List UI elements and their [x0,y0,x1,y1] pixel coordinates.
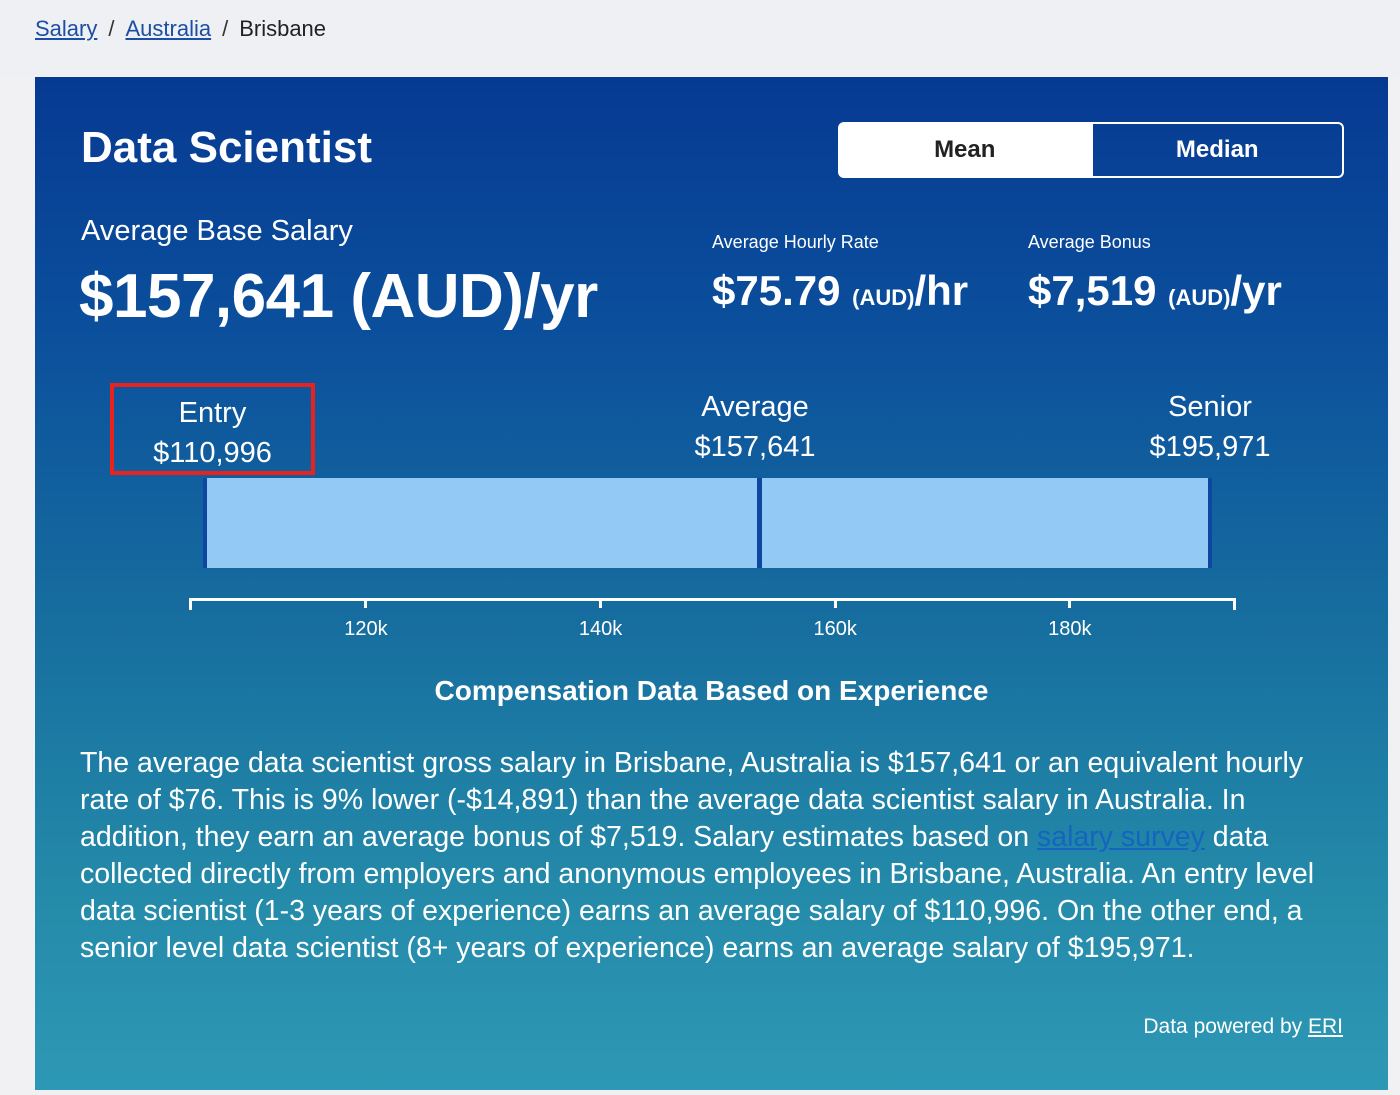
breadcrumb: Salary / Australia / Brisbane [35,16,326,42]
axis-line [190,598,1234,601]
mean-median-toggle: Mean Median [838,122,1344,178]
entry-level-highlight: Entry $110,996 [110,383,315,475]
salary-panel: Data Scientist Mean Median Average Base … [35,77,1388,1090]
bonus-unit: /yr [1230,267,1282,314]
bonus-stat: Average Bonus $7,519 (AUD)/yr [1028,232,1282,315]
breadcrumb-australia-link[interactable]: Australia [125,16,211,41]
salary-survey-link[interactable]: salary survey [1037,821,1205,853]
job-title: Data Scientist [81,123,372,172]
bonus-value: $7,519 (AUD)/yr [1028,267,1282,315]
hourly-amount: $75.79 [712,267,841,314]
average-marker [757,478,762,568]
entry-value: $110,996 [153,437,272,469]
average-label: Average [701,391,809,423]
base-salary-value: $157,641 (AUD)/yr [79,262,598,331]
base-salary-label: Average Base Salary [81,215,353,247]
left-strip [0,77,35,1095]
salary-range-bar [203,478,1212,568]
breadcrumb-salary-link[interactable]: Salary [35,16,97,41]
axis-tick [1068,598,1072,608]
entry-label: Entry [178,397,247,429]
salary-description: The average data scientist gross salary … [80,745,1355,967]
average-value: $157,641 [694,431,816,463]
axis-tick-label: 180k [1048,618,1092,640]
mean-button[interactable]: Mean [838,122,1092,178]
axis-end-tick [1232,598,1236,610]
axis-tick [833,598,837,608]
eri-link[interactable]: ERI [1308,1015,1343,1038]
hourly-currency: (AUD) [852,285,915,310]
axis-tick-label: 120k [344,618,388,640]
median-button[interactable]: Median [1090,122,1344,178]
bonus-currency: (AUD) [1168,285,1231,310]
axis-end-tick [188,598,192,610]
senior-value: $195,971 [1149,431,1271,463]
bonus-amount: $7,519 [1028,267,1157,314]
hourly-unit: /hr [914,267,969,314]
powered-by: Data powered by ERI [1143,1015,1343,1039]
axis-tick [364,598,368,608]
senior-label: Senior [1168,391,1252,423]
breadcrumb-separator: / [222,16,229,41]
chart-title: Compensation Data Based on Experience [434,675,989,706]
axis-tick [599,598,603,608]
average-level: Average $157,641 [655,387,855,467]
hourly-rate-value: $75.79 (AUD)/hr [712,267,968,315]
axis-tick-label: 140k [578,618,623,640]
powered-by-text: Data powered by [1143,1015,1308,1038]
hourly-rate-label: Average Hourly Rate [712,232,879,252]
hourly-rate-stat: Average Hourly Rate $75.79 (AUD)/hr [712,232,968,315]
breadcrumb-separator: / [108,16,115,41]
axis-tick-label: 160k [813,618,857,640]
senior-level: Senior $195,971 [1110,387,1310,467]
bonus-label: Average Bonus [1028,232,1151,252]
breadcrumb-current: Brisbane [239,16,327,41]
